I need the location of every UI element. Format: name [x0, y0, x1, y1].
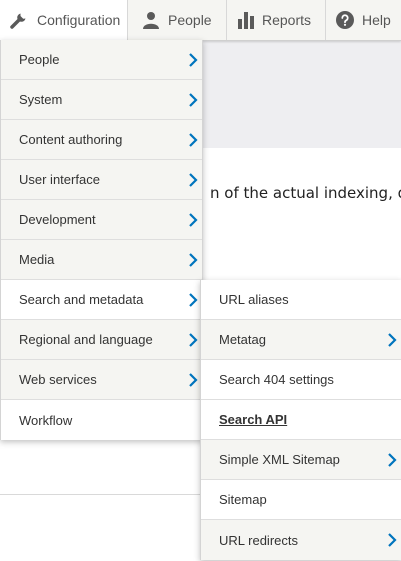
toolbar-tab-people-label: People	[168, 12, 212, 28]
chevron-right-icon	[189, 293, 198, 307]
menu-item-label: Metatag	[219, 332, 266, 347]
menu-item-search-and-metadata[interactable]: Search and metadata	[1, 280, 202, 320]
menu-item-label: Regional and language	[19, 332, 153, 347]
chevron-right-icon	[189, 333, 198, 347]
submenu-item-url-redirects[interactable]: URL redirects	[201, 520, 401, 560]
chevron-right-icon	[189, 373, 198, 387]
toolbar-tab-configuration-label: Configuration	[37, 12, 121, 28]
toolbar-tab-people[interactable]: People	[128, 0, 227, 40]
chevron-right-icon	[189, 53, 198, 67]
menu-item-label: Simple XML Sitemap	[219, 452, 340, 467]
bar-chart-icon	[237, 11, 255, 29]
menu-item-label: People	[19, 52, 60, 67]
menu-item-regional-and-language[interactable]: Regional and language	[1, 320, 202, 360]
menu-item-development[interactable]: Development	[1, 200, 202, 240]
menu-item-label: Workflow	[19, 412, 73, 428]
chevron-right-icon	[388, 333, 397, 347]
menu-item-label-active: Search API	[219, 412, 288, 427]
toolbar-tab-configuration[interactable]: Configuration	[0, 0, 128, 40]
wrench-icon	[10, 11, 28, 29]
submenu-item-url-aliases[interactable]: URL aliases	[201, 280, 401, 320]
admin-toolbar: Configuration People Reports Help	[0, 0, 401, 41]
toolbar-tab-reports-label: Reports	[262, 12, 312, 28]
search-and-metadata-submenu: URL aliases Metatag Search 404 settings …	[200, 280, 401, 560]
chevron-right-icon	[189, 133, 198, 147]
menu-item-label: System	[19, 92, 63, 107]
toolbar-tab-help-label: Help	[362, 12, 391, 28]
menu-item-web-services[interactable]: Web services	[1, 360, 202, 400]
submenu-item-search-404-settings[interactable]: Search 404 settings	[201, 360, 401, 400]
menu-item-user-interface[interactable]: User interface	[1, 160, 202, 200]
menu-item-system[interactable]: System	[1, 80, 202, 120]
menu-item-label: Web services	[19, 372, 97, 387]
chevron-right-icon	[189, 93, 198, 107]
chevron-right-icon	[388, 453, 397, 467]
menu-item-people[interactable]: People	[1, 40, 202, 80]
person-icon	[142, 11, 160, 29]
menu-item-label: Media	[19, 252, 55, 267]
chevron-right-icon	[388, 533, 397, 547]
submenu-item-sitemap[interactable]: Sitemap	[201, 480, 401, 520]
toolbar-tab-help[interactable]: Help	[326, 0, 401, 40]
submenu-item-search-api[interactable]: Search API	[201, 400, 401, 440]
submenu-item-metatag[interactable]: Metatag	[201, 320, 401, 360]
menu-item-media[interactable]: Media	[1, 240, 202, 280]
question-circle-icon	[336, 11, 354, 29]
toolbar-tab-reports[interactable]: Reports	[227, 0, 326, 40]
menu-item-label: Sitemap	[219, 492, 267, 507]
menu-item-label: URL aliases	[219, 292, 289, 307]
menu-item-label: Search and metadata	[19, 292, 144, 307]
page-divider	[0, 494, 200, 495]
menu-item-label: Search 404 settings	[219, 372, 334, 387]
submenu-item-simple-xml-sitemap[interactable]: Simple XML Sitemap	[201, 440, 401, 480]
chevron-right-icon	[189, 173, 198, 187]
chevron-right-icon	[189, 253, 198, 267]
menu-item-label: User interface	[19, 172, 100, 187]
menu-item-label: URL redirects	[219, 532, 298, 548]
chevron-right-icon	[189, 213, 198, 227]
menu-item-label: Content authoring	[19, 132, 123, 147]
configuration-menu: People System Content authoring User int…	[0, 40, 203, 440]
menu-item-content-authoring[interactable]: Content authoring	[1, 120, 202, 160]
menu-item-label: Development	[19, 212, 96, 227]
menu-item-workflow[interactable]: Workflow	[1, 400, 202, 440]
